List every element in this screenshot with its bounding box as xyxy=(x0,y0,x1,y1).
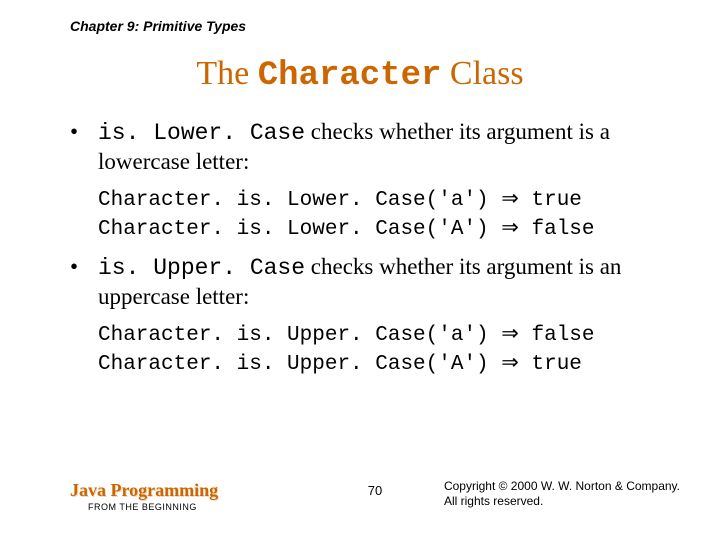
bullet-item: • is. Upper. Case checks whether its arg… xyxy=(70,253,660,312)
bullet-item: • is. Lower. Case checks whether its arg… xyxy=(70,118,660,177)
arrow-icon: ⇒ xyxy=(501,321,519,345)
bullet-text: is. Upper. Case checks whether its argum… xyxy=(98,253,660,312)
copyright: Copyright © 2000 W. W. Norton & Company.… xyxy=(444,479,680,510)
bullet-mark: • xyxy=(70,253,98,312)
slide-title: The Character Class xyxy=(0,55,720,95)
code-result: false xyxy=(532,218,595,241)
arrow-icon: ⇒ xyxy=(501,215,519,239)
book-subtitle: FROM THE BEGINNING xyxy=(88,502,218,512)
arrow-icon: ⇒ xyxy=(501,186,519,210)
slide: Chapter 9: Primitive Types The Character… xyxy=(0,0,720,540)
arrow-icon: ⇒ xyxy=(501,350,519,374)
copyright-line: Copyright © 2000 W. W. Norton & Company. xyxy=(444,479,680,495)
code-result: false xyxy=(532,324,595,347)
code-result: true xyxy=(532,189,582,212)
slide-body: • is. Lower. Case checks whether its arg… xyxy=(70,118,660,388)
bullet-mark: • xyxy=(70,118,98,177)
code-block-upper: Character. is. Upper. Case('a') ⇒ false … xyxy=(98,320,660,379)
code-call: Character. is. Upper. Case('a') xyxy=(98,324,489,347)
copyright-line: All rights reserved. xyxy=(444,494,680,510)
title-post: Class xyxy=(441,55,523,92)
bullet-code: is. Upper. Case xyxy=(98,255,305,281)
code-call: Character. is. Upper. Case('A') xyxy=(98,353,489,376)
code-call: Character. is. Lower. Case('A') xyxy=(98,218,489,241)
title-pre: The xyxy=(196,55,257,92)
title-mono: Character xyxy=(258,57,442,95)
code-result: true xyxy=(532,353,582,376)
bullet-code: is. Lower. Case xyxy=(98,120,305,146)
code-call: Character. is. Lower. Case('a') xyxy=(98,189,489,212)
chapter-label: Chapter 9: Primitive Types xyxy=(70,18,246,34)
footer: Java Programming FROM THE BEGINNING 70 C… xyxy=(70,470,680,520)
bullet-text: is. Lower. Case checks whether its argum… xyxy=(98,118,660,177)
code-block-lower: Character. is. Lower. Case('a') ⇒ true C… xyxy=(98,185,660,244)
